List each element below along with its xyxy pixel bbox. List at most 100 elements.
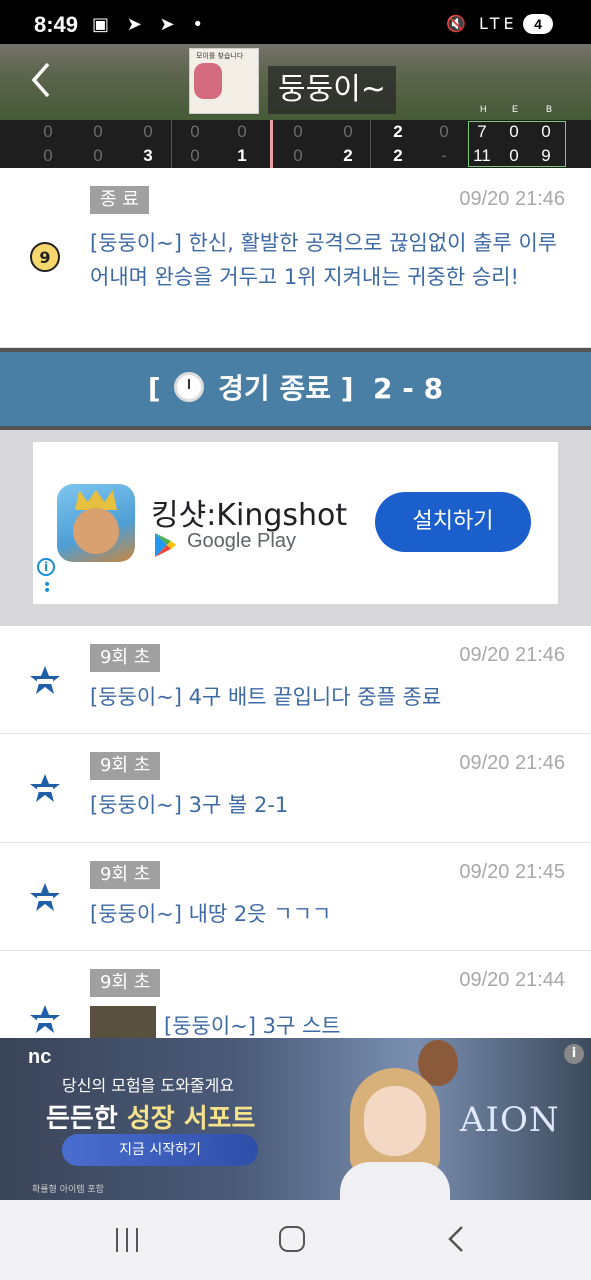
inning-score-cell: 0 xyxy=(237,122,247,141)
game-end-banner: [ 경기 종료 ] 2 - 8 xyxy=(0,348,591,430)
item-message: [둥둥이~] 3구 볼 2-1 xyxy=(90,793,289,817)
away-score-row: 0 0 0 0 0 0 0 2 0 7 0 0 xyxy=(0,120,591,144)
item-timestamp: 09/20 21:46 xyxy=(459,188,565,210)
inning-score-cell: 1 xyxy=(237,146,247,165)
inning-score-cell: 0 xyxy=(143,122,153,141)
king-face-icon xyxy=(73,508,119,554)
ad-menu-icon[interactable]: • • xyxy=(43,578,51,598)
inning-score-cell: 0 xyxy=(190,146,200,165)
app-install-ad[interactable]: 킹샷:Kingshot Google Play 설치하기 i • • xyxy=(33,442,558,604)
rhe-label-b: B xyxy=(546,104,553,114)
rhe-score-cell: 0 xyxy=(509,122,519,141)
network-label: LTE xyxy=(479,14,518,33)
final-score: 2 - 8 xyxy=(373,372,444,405)
headline-part-a: 든든한 xyxy=(46,1104,127,1134)
ad-store-name: Google Play xyxy=(187,530,296,552)
tigers-logo-icon: 9 xyxy=(30,242,60,272)
rhe-label-e: E xyxy=(512,104,519,114)
inning-score-cell: 0 xyxy=(93,122,103,141)
ad-info-icon[interactable]: i xyxy=(37,558,55,576)
banner-label: 경기 종료 xyxy=(218,372,331,405)
item-timestamp: 09/20 21:46 xyxy=(459,644,565,666)
star-team-logo-icon xyxy=(30,774,60,802)
game-end-text: [ 경기 종료 ] 2 - 8 xyxy=(0,352,591,426)
feed-item[interactable]: 9회 초 09/20 21:44 [둥둥이~] 3구 스트 xyxy=(0,951,591,1041)
ad-area: 킹샷:Kingshot Google Play 설치하기 i • • xyxy=(0,430,591,626)
inning-score-cell: 0 xyxy=(190,122,200,141)
avatar-caption: 모이를 찾습니다 xyxy=(196,52,244,60)
page-title: 둥둥이~ xyxy=(268,66,396,114)
rhe-score-cell: 0 xyxy=(541,122,551,141)
feed-item[interactable]: 9회 초 09/20 21:46 [둥둥이~] 4구 배트 끝입니다 중플 종료 xyxy=(0,626,591,734)
notification-icons: ▣ ➤ ➤ • xyxy=(92,14,209,35)
item-timestamp: 09/20 21:46 xyxy=(459,752,565,774)
banner-bracket-open: [ xyxy=(147,372,161,405)
status-bar: 8:49 ▣ ➤ ➤ • 🔇 LTE ▮▮ 4 xyxy=(0,0,591,44)
item-timestamp: 09/20 21:45 xyxy=(459,861,565,883)
inning-score-cell: 0 xyxy=(293,146,303,165)
google-play-icon xyxy=(155,533,176,557)
back-button[interactable] xyxy=(26,60,66,104)
inning-score-cell: 0 xyxy=(93,146,103,165)
inning-score-cell: 3 xyxy=(143,146,153,165)
inning-score-cell: 2 xyxy=(393,146,403,165)
home-score-row: 0 0 3 0 1 0 2 2 - 11 0 9 xyxy=(0,144,591,168)
star-team-logo-icon xyxy=(30,666,60,694)
kingshot-app-icon[interactable] xyxy=(57,484,135,562)
inning-score-cell: 2 xyxy=(343,146,353,165)
rhe-score-cell: 9 xyxy=(541,146,551,165)
inning-badge: 9회 초 xyxy=(90,644,161,672)
bottom-ad-subtitle: 당신의 모험을 도와줄게요 xyxy=(62,1076,235,1095)
inning-score-cell: 0 xyxy=(43,146,53,165)
inning-badge: 9회 초 xyxy=(90,752,161,780)
header: 모이를 찾습니다 둥둥이~ xyxy=(0,44,591,120)
inning-badge: 9회 초 xyxy=(90,969,161,997)
rhe-score-cell: 0 xyxy=(509,146,519,165)
inning-score-cell: 0 xyxy=(43,122,53,141)
bottom-ad-fine-print: 확률형 아이템 포함 xyxy=(32,1185,104,1195)
rhe-label-h: H xyxy=(480,104,487,114)
item-message: [둥둥이~] 한신, 활발한 공격으로 끊임없이 출루 이루어내며 완승을 거두… xyxy=(90,231,558,289)
crown-icon xyxy=(75,490,117,510)
svg-text:9: 9 xyxy=(39,248,50,267)
recent-apps-button[interactable] xyxy=(114,1228,140,1252)
ad-app-name[interactable]: 킹샷:Kingshot xyxy=(151,490,347,534)
scoreboard: 0 0 0 0 0 0 0 2 0 7 0 0 0 0 3 0 1 0 2 2 - 11 0 9 xyxy=(0,120,591,168)
message-thumbnail[interactable] xyxy=(90,1006,156,1038)
inning-score-cell: 0 xyxy=(343,122,353,141)
bottom-banner-ad[interactable]: nc 당신의 모험을 도와줄게요 든든한 성장 서포트 지금 시작하기 확률형 … xyxy=(0,1038,591,1200)
install-button[interactable]: 설치하기 xyxy=(375,492,531,552)
aion-logo: AION xyxy=(460,1100,560,1140)
star-team-logo-icon xyxy=(30,883,60,911)
character-illustration xyxy=(330,1058,460,1200)
team-avatar: 모이를 찾습니다 xyxy=(189,48,259,114)
rhe-score-cell: 11 xyxy=(473,146,491,165)
inning-badge: 9회 초 xyxy=(90,861,161,889)
item-message: [둥둥이~] 내땅 2읏 ㄱㄱㄱ xyxy=(90,902,332,926)
nc-logo: nc xyxy=(28,1046,52,1068)
bottom-ad-cta-button[interactable]: 지금 시작하기 xyxy=(62,1134,258,1166)
feed-item[interactable]: 9회 초 09/20 21:46 [둥둥이~] 3구 볼 2-1 xyxy=(0,734,591,843)
feed-item[interactable]: 9회 초 09/20 21:45 [둥둥이~] 내땅 2읏 ㄱㄱㄱ xyxy=(0,843,591,951)
pig-mascot-icon xyxy=(194,63,222,99)
nav-back-button[interactable] xyxy=(446,1224,470,1254)
status-badge: 종 료 xyxy=(90,186,149,214)
system-nav-bar xyxy=(0,1200,591,1280)
rhe-score-cell: 7 xyxy=(477,122,487,141)
inning-score-cell: 2 xyxy=(393,122,403,141)
battery-icon: 4 xyxy=(523,14,553,34)
home-button[interactable] xyxy=(279,1226,305,1252)
inning-score-cell: 0 xyxy=(439,122,449,141)
inning-score-cell: - xyxy=(441,146,447,165)
banner-bracket-close: ] xyxy=(340,372,354,405)
inning-score-cell: 0 xyxy=(293,122,303,141)
chevron-left-icon xyxy=(31,62,50,98)
ad-info-icon[interactable]: i xyxy=(564,1044,584,1064)
summary-item[interactable]: 종 료 09/20 21:46 9 [둥둥이~] 한신, 활발한 공격으로 끊임… xyxy=(0,168,591,348)
headline-part-b: 성장 서포트 xyxy=(126,1104,256,1134)
item-timestamp: 09/20 21:44 xyxy=(459,969,565,991)
clock-icon xyxy=(174,372,205,402)
star-team-logo-icon xyxy=(30,1005,60,1033)
bottom-ad-headline: 든든한 성장 서포트 xyxy=(46,1098,255,1135)
nav-back-icon xyxy=(448,1226,463,1252)
